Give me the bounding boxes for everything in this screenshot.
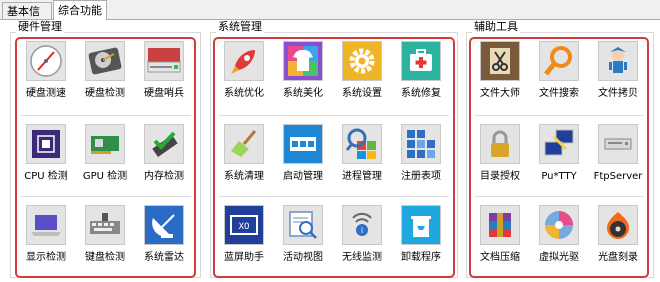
ftp-server-icon — [598, 124, 638, 164]
file-scissors-icon — [480, 41, 520, 81]
tool-file-search[interactable]: 文件搜索 — [529, 41, 589, 101]
memory-check-icon — [144, 124, 184, 164]
tool-uninstall[interactable]: 卸载程序 — [391, 205, 451, 265]
group-title-system: 系统管理 — [216, 20, 264, 34]
archive-books-icon — [480, 205, 520, 245]
tool-label: FtpServer — [593, 171, 643, 182]
tool-system-optimize[interactable]: 系统优化 — [214, 41, 274, 101]
putty-terminal-icon — [539, 124, 579, 164]
tool-wireless-monitor[interactable]: i 无线监测 — [332, 205, 392, 265]
first-aid-kit-icon — [401, 41, 441, 81]
tool-label: 光盘刻录 — [598, 252, 638, 263]
tab-comprehensive[interactable]: 综合功能 — [53, 0, 107, 20]
tool-startup-manager[interactable]: 启动管理 — [273, 124, 333, 184]
tool-cpu-check[interactable]: CPU 检测 — [16, 124, 76, 184]
tool-system-clean[interactable]: 系统清理 — [214, 124, 274, 184]
row-divider — [219, 196, 449, 197]
svg-text:XO: XO — [239, 222, 250, 232]
tool-memory-check[interactable]: 内存检测 — [134, 124, 194, 184]
group-title-hardware: 硬件管理 — [16, 20, 64, 34]
padlock-icon — [480, 124, 520, 164]
tool-label: 系统修复 — [401, 88, 441, 99]
row-divider — [21, 196, 191, 197]
satellite-radar-icon — [144, 205, 184, 245]
wireless-icon: i — [342, 205, 382, 245]
virtual-disc-icon — [539, 205, 579, 245]
gear-icon — [342, 41, 382, 81]
tool-folder-permission[interactable]: 目录授权 — [470, 124, 530, 184]
tool-system-radar[interactable]: 系统雷达 — [134, 205, 194, 265]
tool-disk-check[interactable]: 硬盘检测 — [75, 41, 135, 101]
tab-basic-info[interactable]: 基本信息 — [2, 2, 52, 35]
registry-grid-icon — [401, 124, 441, 164]
tool-file-master[interactable]: 文件大师 — [470, 41, 530, 101]
tshirt-icon — [283, 41, 323, 81]
disc-burn-icon — [598, 205, 638, 245]
tool-label: 系统雷达 — [144, 252, 184, 263]
row-divider — [475, 196, 643, 197]
tool-keyboard-check[interactable]: 键盘检测 — [75, 205, 135, 265]
tool-virtual-drive[interactable]: 虚拟光驱 — [529, 205, 589, 265]
tool-gpu-check[interactable]: GPU 检测 — [75, 124, 135, 184]
disk-drive-icon — [144, 41, 184, 81]
rocket-icon — [224, 41, 264, 81]
tool-disk-sentinel[interactable]: 硬盘哨兵 — [134, 41, 194, 101]
group-title-aux-tools: 辅助工具 — [472, 20, 520, 34]
tool-label: 卸载程序 — [401, 252, 441, 263]
magnifier-icon — [539, 41, 579, 81]
tool-disc-burn[interactable]: 光盘刻录 — [588, 205, 648, 265]
tool-registry[interactable]: 注册表项 — [391, 124, 451, 184]
startup-window-icon — [283, 124, 323, 164]
tab-bar: 基本信息 综合功能 — [0, 0, 660, 35]
tool-file-copy[interactable]: 文件拷贝 — [588, 41, 648, 101]
tool-ftp-server[interactable]: FtpServer — [588, 124, 648, 184]
gauge-icon — [26, 41, 66, 81]
tool-label: 文件拷贝 — [598, 88, 638, 99]
tool-label: 硬盘哨兵 — [144, 88, 184, 99]
row-divider — [219, 115, 449, 116]
tool-system-beautify[interactable]: 系统美化 — [273, 41, 333, 101]
cpu-chip-icon — [26, 124, 66, 164]
tool-activity-view[interactable]: 活动视图 — [273, 205, 333, 265]
tool-bluescreen-helper[interactable]: XO 蓝屏助手 — [214, 205, 274, 265]
row-divider — [475, 115, 643, 116]
tool-label: 内存检测 — [144, 171, 184, 182]
tool-document-compress[interactable]: 文档压缩 — [470, 205, 530, 265]
tool-disk-speed[interactable]: 硬盘测速 — [16, 41, 76, 101]
uninstall-trash-icon — [401, 205, 441, 245]
tool-putty[interactable]: Pu*TTY — [529, 124, 589, 184]
laptop-display-icon — [26, 205, 66, 245]
svg-text:i: i — [361, 226, 363, 235]
graphics-card-icon — [85, 124, 125, 164]
tool-process-manager[interactable]: 进程管理 — [332, 124, 392, 184]
keyboard-icon — [85, 205, 125, 245]
activity-view-icon — [283, 205, 323, 245]
tool-system-repair[interactable]: 系统修复 — [391, 41, 451, 101]
tool-label: 注册表项 — [401, 171, 441, 182]
hard-disk-icon — [85, 41, 125, 81]
tool-system-settings[interactable]: 系统设置 — [332, 41, 392, 101]
bluescreen-icon: XO — [224, 205, 264, 245]
tool-display-check[interactable]: 显示检测 — [16, 205, 76, 265]
process-search-icon — [342, 124, 382, 164]
copy-character-icon — [598, 41, 638, 81]
broom-icon — [224, 124, 264, 164]
row-divider — [21, 115, 191, 116]
